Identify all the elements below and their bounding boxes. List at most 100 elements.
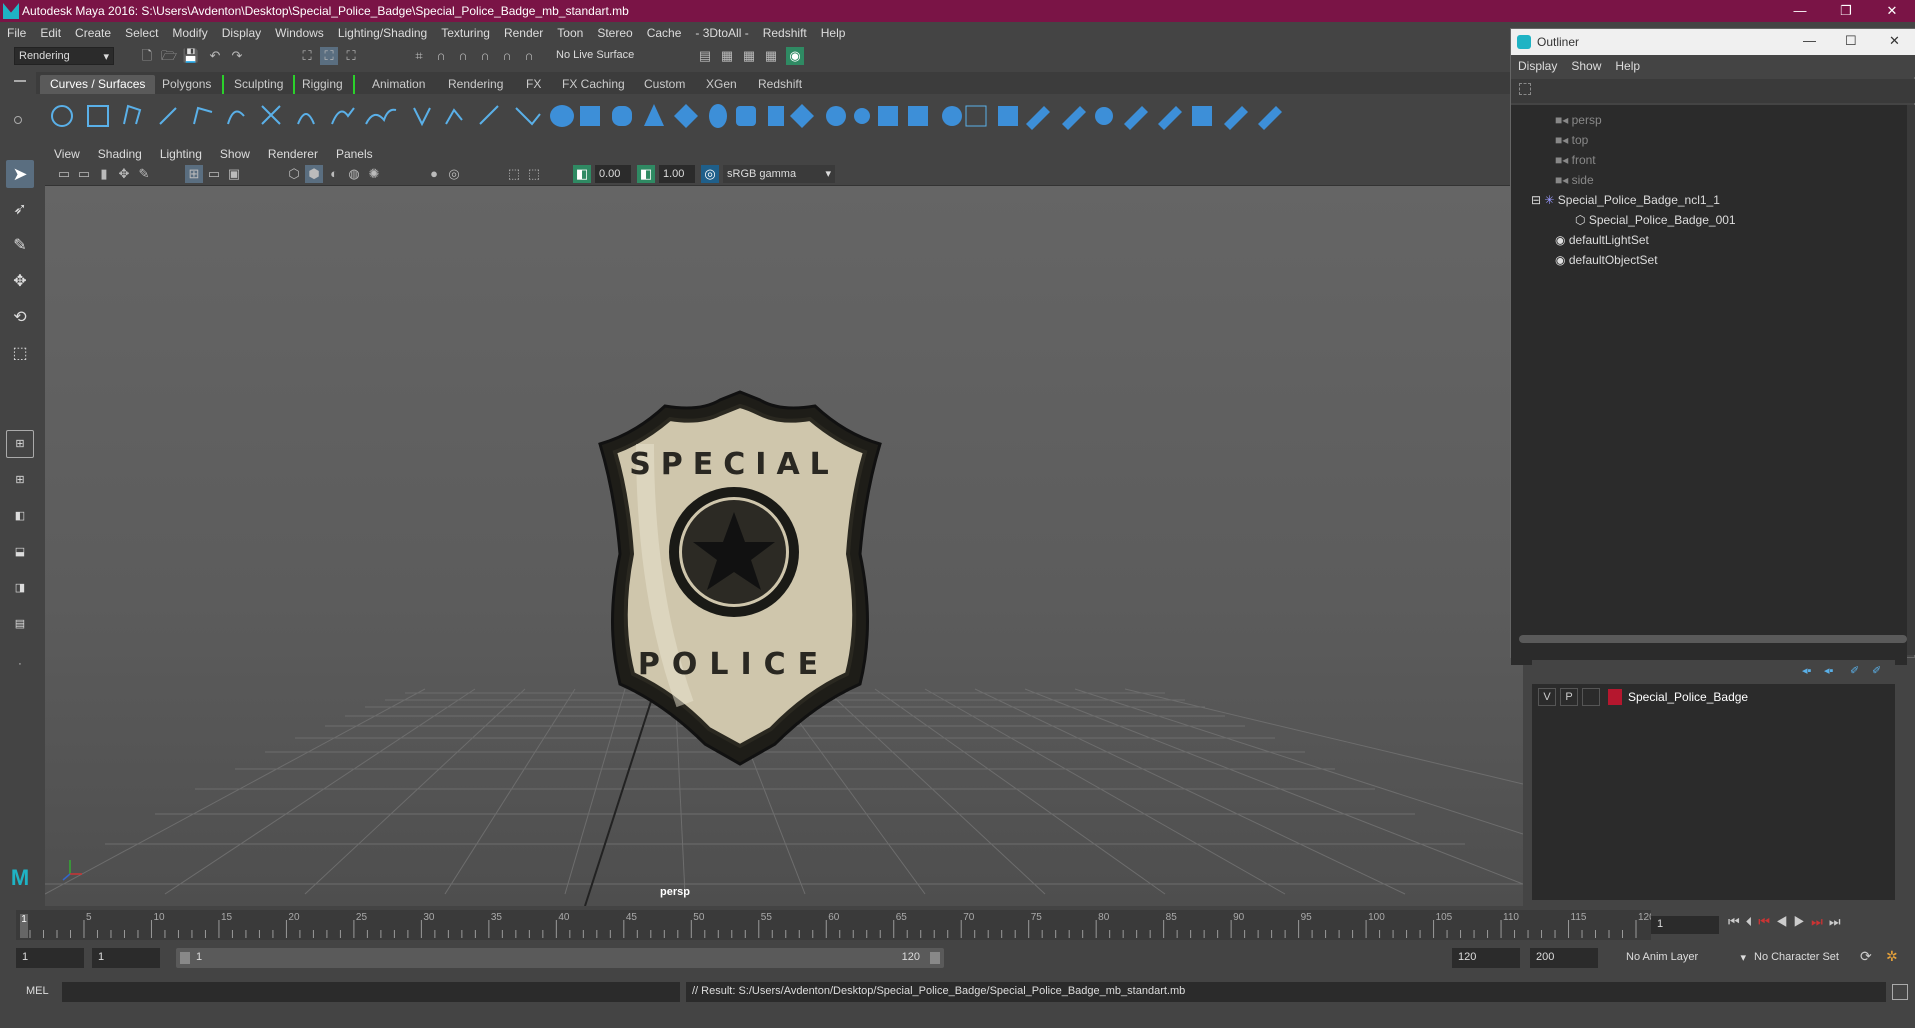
rotate-tool-icon[interactable]: ⟲ (6, 304, 34, 332)
shelf-tab-animation[interactable]: Animation (362, 75, 435, 94)
menu-help[interactable]: Help (814, 22, 853, 44)
snap-view-icon[interactable]: ∩ (476, 47, 494, 65)
go-to-start-icon[interactable]: ⏮ (1728, 914, 1746, 929)
range-start-handle[interactable] (180, 952, 190, 964)
render-frame-icon[interactable]: ▦ (718, 47, 736, 65)
redo-icon[interactable]: ↷ (228, 47, 246, 65)
film-gate-icon[interactable]: ▭ (205, 165, 223, 183)
live-surface-field[interactable]: No Live Surface (552, 47, 642, 65)
snap-grid-icon[interactable]: ⌗ (410, 47, 428, 65)
resolution-gate-icon[interactable]: ▣ (225, 165, 243, 183)
time-slider[interactable]: 5 10 15 20 25 30 35 40 45 50 55 60 65 70 75 80 85 90 95 100… (16, 910, 1655, 940)
animation-preferences-icon[interactable]: ✲ (1886, 948, 1904, 966)
snap-point-icon[interactable]: ∩ (454, 47, 472, 65)
playback-end-field[interactable]: 120 (1452, 948, 1520, 968)
scene-start-field[interactable]: 1 (16, 948, 84, 968)
play-forward-icon[interactable]: ▶ (1794, 914, 1812, 929)
bookmark-icon[interactable]: ▮ (95, 165, 113, 183)
shelf-tab-curves-surfaces[interactable]: Curves / Surfaces (40, 75, 156, 94)
step-forward-key-icon[interactable]: ⏭ (1811, 914, 1829, 929)
undo-icon[interactable]: ↶ (206, 47, 224, 65)
grease-pencil-icon[interactable]: ✎ (135, 165, 153, 183)
ambient-occlusion-icon[interactable]: ◎ (445, 165, 463, 183)
outliner-menu-show[interactable]: Show (1564, 55, 1608, 77)
script-editor-icon[interactable] (1892, 984, 1908, 1000)
filter-icon[interactable] (1519, 83, 1531, 95)
snap-curve-icon[interactable]: ∩ (432, 47, 450, 65)
collapse-icon[interactable]: ⊟ (1531, 193, 1544, 207)
outliner-item-persp[interactable]: ■◂ persp (1555, 111, 1602, 129)
close-button[interactable]: ✕ (1889, 33, 1900, 49)
viewport-menu-show[interactable]: Show (211, 144, 259, 164)
range-end-handle[interactable] (930, 952, 940, 964)
anim-layer-dropdown[interactable]: No Anim Layer ▾ (1620, 948, 1746, 968)
layer-display-type-toggle[interactable] (1582, 688, 1600, 706)
shelf-tab-redshift[interactable]: Redshift (748, 75, 812, 94)
menu-edit[interactable]: Edit (33, 22, 68, 44)
menu-display[interactable]: Display (215, 22, 268, 44)
color-space-dropdown[interactable]: sRGB gamma ▾ (723, 165, 835, 183)
gamma-field[interactable]: 1.00 (659, 165, 695, 183)
exposure-field[interactable]: 0.00 (595, 165, 631, 183)
render-settings-icon[interactable]: ▤ (696, 47, 714, 65)
shadows-icon[interactable]: ● (425, 165, 443, 183)
menu-toon[interactable]: Toon (550, 22, 590, 44)
persp-outliner-layout-icon[interactable]: ◧ (6, 502, 34, 530)
outliner-vertical-scrollbar[interactable] (1907, 105, 1915, 655)
outliner-item-badge-group[interactable]: ⊟ ✳ Special_Police_Badge_ncl1_1 (1531, 191, 1720, 209)
scale-tool-icon[interactable]: ⬚ (6, 340, 34, 368)
menu-stereo[interactable]: Stereo (590, 22, 639, 44)
layer-color-swatch[interactable] (1608, 689, 1622, 705)
auto-key-icon[interactable]: ⟳ (1860, 948, 1878, 966)
open-scene-icon[interactable]: 🗁 (160, 47, 178, 65)
use-all-lights-icon[interactable]: ✺ (365, 165, 383, 183)
shelf-tab-rigging[interactable]: Rigging (292, 75, 355, 94)
menu-create[interactable]: Create (68, 22, 118, 44)
persp-graph-layout-icon[interactable]: ⬓ (6, 538, 34, 566)
shelf-tab-custom[interactable]: Custom (634, 75, 695, 94)
single-perspective-layout-icon[interactable]: ⊞ (6, 430, 34, 458)
move-layer-up-icon[interactable]: ◂▪ (1802, 664, 1811, 677)
gamma-icon[interactable]: ◧ (637, 165, 655, 183)
viewport-menu-shading[interactable]: Shading (89, 144, 151, 164)
viewport-menu-view[interactable]: View (45, 144, 89, 164)
range-slider[interactable]: 1 120 (176, 948, 944, 968)
shelf-tab-fx-caching[interactable]: FX Caching (552, 75, 635, 94)
four-view-layout-icon[interactable]: ⊞ (6, 466, 34, 494)
save-scene-icon[interactable]: 💾 (182, 47, 200, 65)
xray-icon[interactable]: ⬚ (525, 165, 543, 183)
layer-visibility-toggle[interactable]: V (1538, 688, 1556, 706)
viewport-menu-renderer[interactable]: Renderer (259, 144, 327, 164)
outliner-search[interactable] (1511, 79, 1915, 103)
outliner-list[interactable]: ■◂ persp ■◂ top ■◂ front ■◂ side ⊟ ✳ Spe… (1511, 105, 1907, 665)
menu-windows[interactable]: Windows (268, 22, 331, 44)
magnet-icon[interactable]: ∩ (520, 47, 538, 65)
menu-3dtoall[interactable]: - 3DtoAll - (688, 22, 755, 44)
minimize-button[interactable]: — (1803, 33, 1816, 48)
exposure-icon[interactable]: ◧ (573, 165, 591, 183)
current-time-marker[interactable]: 1 (20, 914, 28, 938)
shelf-tab-polygons[interactable]: Polygons (152, 75, 221, 94)
shelf-tab-sculpting[interactable]: Sculpting (222, 75, 296, 94)
hypershade-icon[interactable]: ◉ (786, 47, 804, 65)
paint-select-tool-icon[interactable]: ✎ (6, 232, 34, 260)
scene-end-field[interactable]: 200 (1530, 948, 1598, 968)
color-management-icon[interactable]: ◎ (701, 165, 719, 183)
shelf-tab-xgen[interactable]: XGen (696, 75, 747, 94)
character-set-dropdown[interactable]: No Character Set (1748, 948, 1856, 968)
play-back-icon[interactable]: ◀ (1776, 914, 1794, 929)
menu-redshift[interactable]: Redshift (756, 22, 814, 44)
outliner-item-badge-mesh[interactable]: ⬡ Special_Police_Badge_001 (1575, 211, 1736, 229)
maya-home-icon[interactable]: M (6, 864, 34, 892)
new-layer-selected-icon[interactable]: ✐ (1872, 664, 1881, 677)
image-plane-icon[interactable]: ✥ (115, 165, 133, 183)
menu-toggle-icon[interactable] (14, 80, 26, 82)
outliner-item-default-light-set[interactable]: ◉ defaultLightSet (1555, 231, 1649, 249)
outliner-menu-display[interactable]: Display (1511, 55, 1564, 77)
outliner-item-front[interactable]: ■◂ front (1555, 151, 1596, 169)
select-camera-icon[interactable]: ▭ (55, 165, 73, 183)
render-view-icon[interactable]: ▦ (762, 47, 780, 65)
minimize-button[interactable]: — (1777, 0, 1823, 22)
menu-render[interactable]: Render (497, 22, 550, 44)
lock-camera-icon[interactable]: ▭ (75, 165, 93, 183)
